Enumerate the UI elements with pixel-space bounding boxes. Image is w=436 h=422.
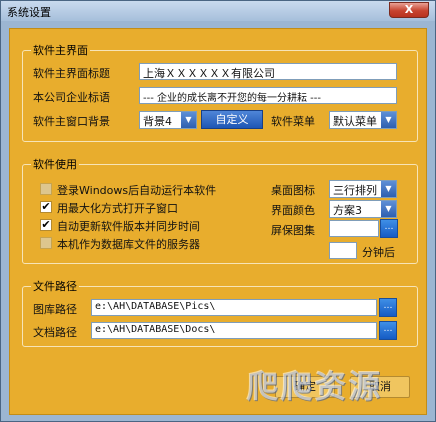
paths-group-title: 文件路径	[31, 278, 79, 294]
chevron-down-icon: ▼	[381, 201, 396, 217]
minutes-input[interactable]	[329, 242, 357, 259]
db-server-checkbox[interactable]	[40, 237, 52, 249]
usage-group: 软件使用 登录Windows后自动运行本软件 ✔ 用最大化方式打开子窗口 ✔ 自…	[22, 156, 418, 264]
menu-select-value: 默认菜单	[333, 115, 377, 128]
color-scheme-label: 界面颜色	[271, 204, 315, 217]
docs-path-label: 文档路径	[33, 326, 77, 339]
autorun-label: 登录Windows后自动运行本软件	[57, 184, 217, 197]
custom-background-button[interactable]: 自定义	[201, 110, 263, 129]
docs-path-input[interactable]: e:\AH\DATABASE\Docs\	[91, 322, 377, 339]
settings-window: 系统设置 X 软件主界面 软件主界面标题 上海ＸＸＸＸＸＸ有限公司 本公司企业标…	[0, 0, 436, 422]
db-server-label: 本机作为数据库文件的服务器	[57, 238, 200, 251]
window-title: 系统设置	[7, 6, 51, 19]
pics-path-browse-button[interactable]: …	[379, 298, 397, 317]
bg-select-value: 背景4	[143, 115, 172, 128]
screensaver-label: 屏保图集	[271, 224, 315, 237]
maximize-checkbox[interactable]: ✔	[40, 201, 52, 213]
desktop-icon-value: 三行排列	[333, 184, 377, 197]
chevron-down-icon: ▼	[381, 181, 396, 197]
usage-group-title: 软件使用	[31, 156, 79, 172]
menu-select[interactable]: 默认菜单 ▼	[329, 111, 397, 129]
custom-button-label: 自定义	[215, 113, 249, 126]
autoupdate-label: 自动更新软件版本并同步时间	[57, 220, 200, 233]
desktop-icon-select[interactable]: 三行排列 ▼	[329, 180, 397, 198]
autorun-checkbox[interactable]	[40, 183, 52, 195]
color-scheme-select[interactable]: 方案3 ▼	[329, 200, 397, 218]
title-input[interactable]: 上海ＸＸＸＸＸＸ有限公司	[139, 63, 397, 80]
menu-label: 软件菜单	[271, 115, 315, 128]
close-icon: X	[404, 3, 414, 16]
client-area: 软件主界面 软件主界面标题 上海ＸＸＸＸＸＸ有限公司 本公司企业标语 --- 企…	[9, 28, 427, 415]
chevron-down-icon: ▼	[181, 112, 196, 128]
color-scheme-value: 方案3	[333, 204, 362, 217]
main-ui-group: 软件主界面 软件主界面标题 上海ＸＸＸＸＸＸ有限公司 本公司企业标语 --- 企…	[22, 42, 418, 142]
pics-path-label: 图库路径	[33, 303, 77, 316]
watermark-logo: 爬爬资源	[246, 367, 383, 405]
title-label: 软件主界面标题	[33, 67, 110, 80]
docs-path-browse-button[interactable]: …	[379, 321, 397, 340]
bg-select[interactable]: 背景4 ▼	[139, 111, 197, 129]
maximize-label: 用最大化方式打开子窗口	[57, 202, 178, 215]
minutes-suffix: 分钟后	[362, 246, 395, 259]
title-bar[interactable]: 系统设置 X	[1, 1, 435, 21]
screensaver-input[interactable]	[329, 220, 379, 237]
paths-group: 文件路径 图库路径 e:\AH\DATABASE\Pics\ … 文档路径 e:…	[22, 278, 418, 347]
main-ui-group-title: 软件主界面	[31, 42, 90, 58]
bg-label: 软件主窗口背景	[33, 115, 110, 128]
screensaver-browse-button[interactable]: …	[380, 219, 398, 238]
pics-path-input[interactable]: e:\AH\DATABASE\Pics\	[91, 299, 377, 316]
slogan-input[interactable]: --- 企业的成长离不开您的每一分耕耘 ---	[139, 87, 397, 104]
autoupdate-checkbox[interactable]: ✔	[40, 219, 52, 231]
chevron-down-icon: ▼	[381, 112, 396, 128]
desktop-icon-label: 桌面图标	[271, 184, 315, 197]
close-button[interactable]: X	[389, 2, 429, 18]
slogan-label: 本公司企业标语	[33, 91, 110, 104]
